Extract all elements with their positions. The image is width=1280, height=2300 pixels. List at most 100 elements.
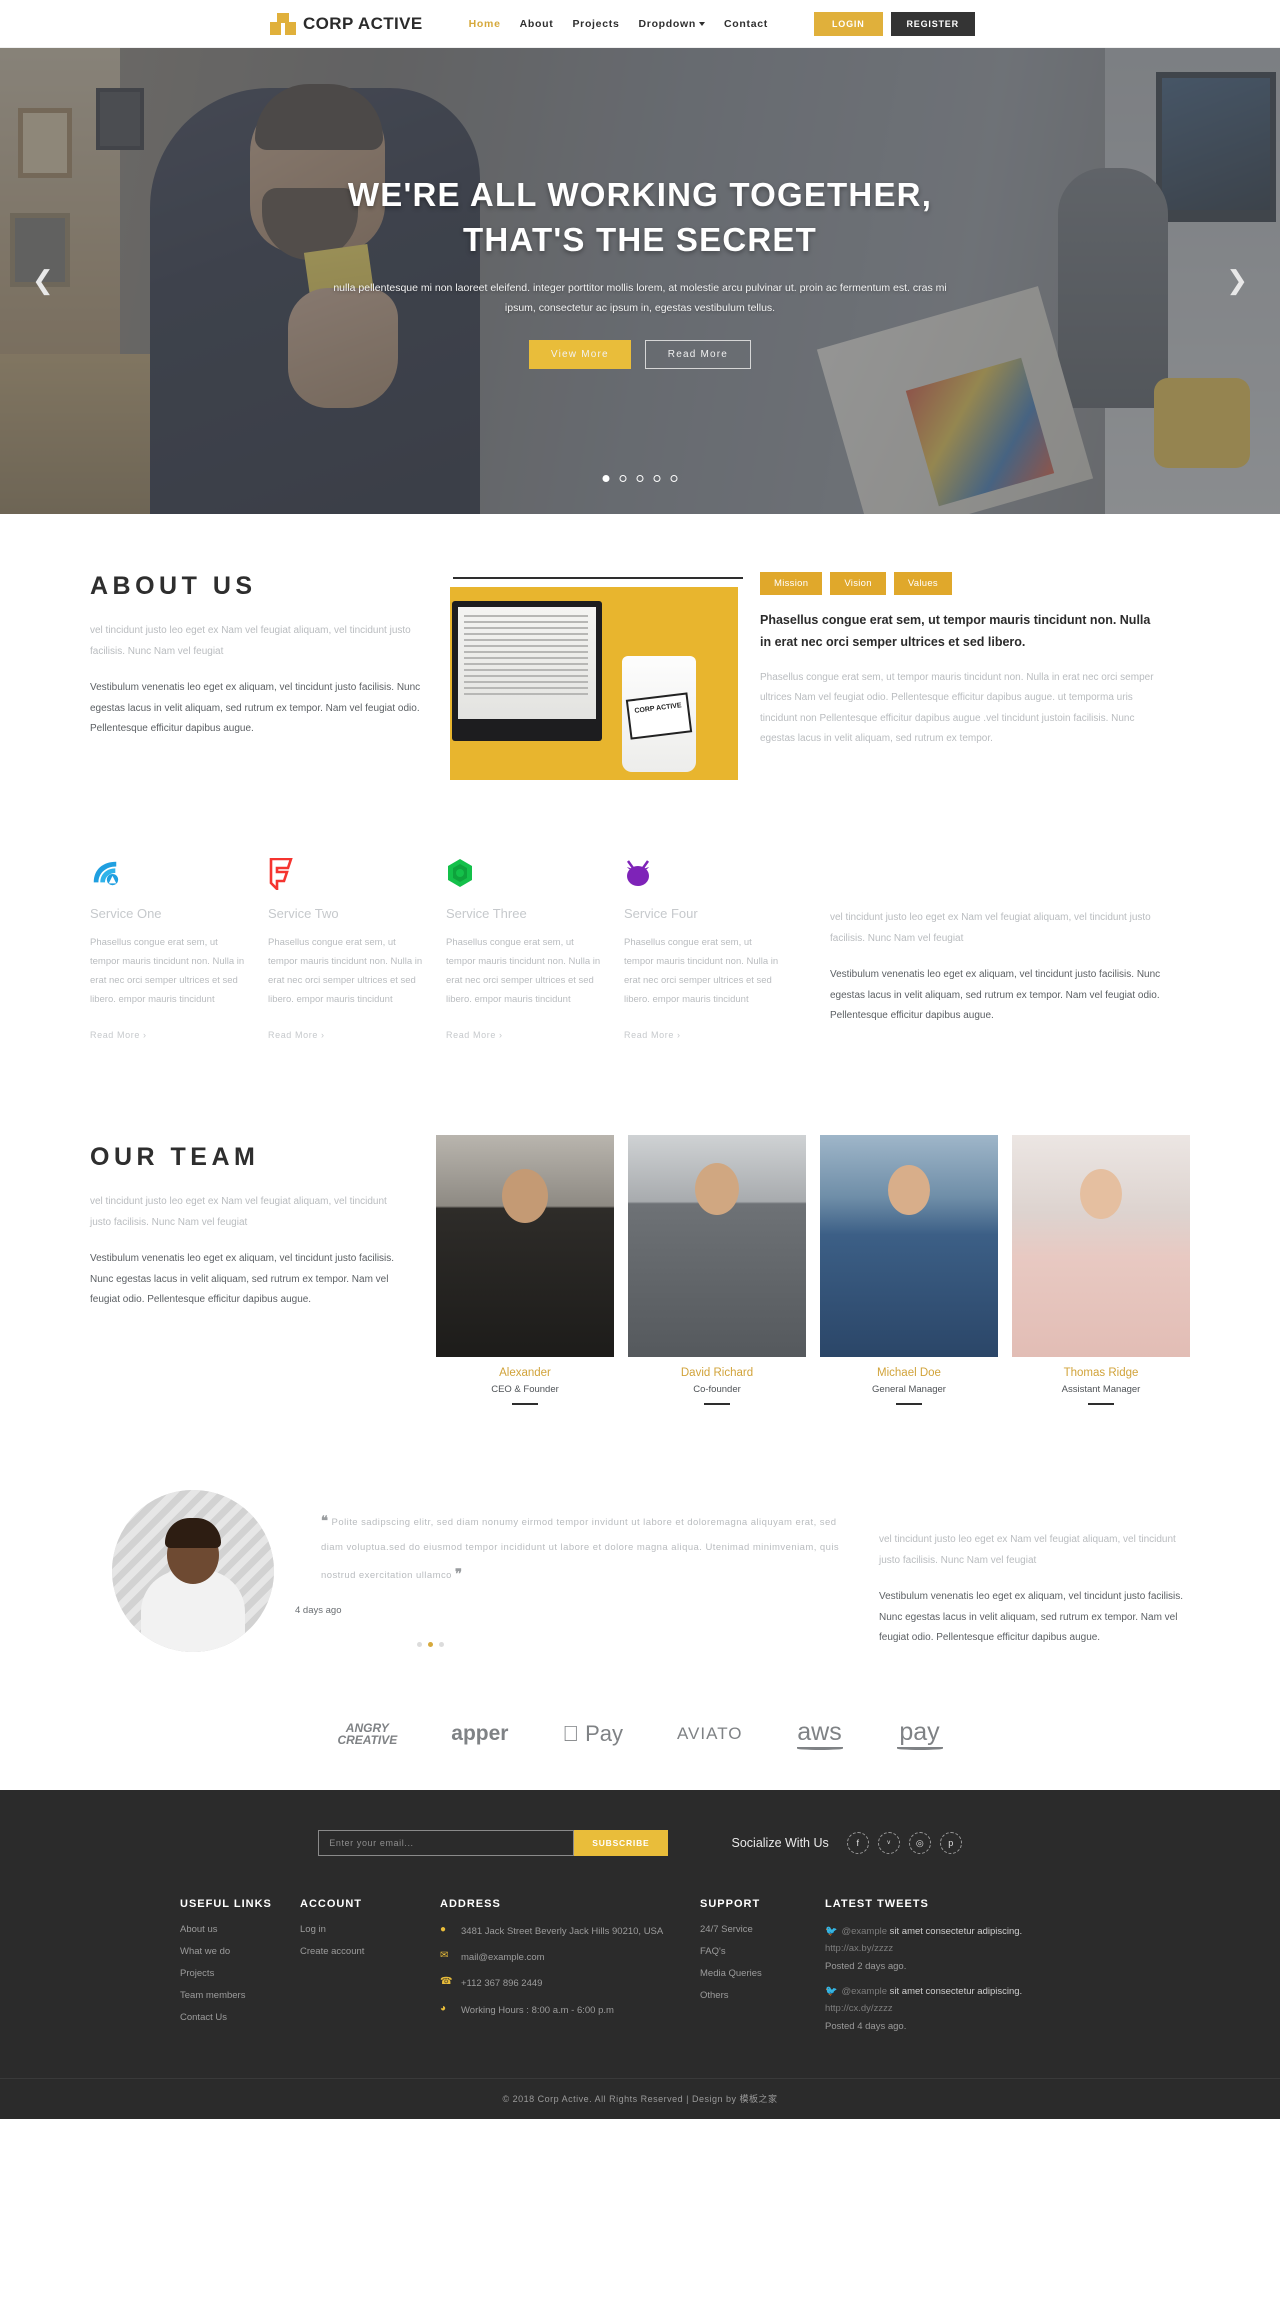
facebook-icon[interactable]: f [846,1832,869,1854]
service-read-more-link[interactable]: Read More › [446,1030,503,1040]
clock-icon: ◕ [440,2002,447,2014]
social-icons: f ᵛ ◎ p [846,1832,962,1854]
tab-values[interactable]: Values [893,572,952,595]
footer-link-contact-us[interactable]: Contact Us [180,2012,300,2023]
footer-link-what-we-do[interactable]: What we do [180,1946,300,1957]
carousel-prev-arrow[interactable]: ❮ [32,266,54,296]
tweet-handle[interactable]: @example [841,1926,887,1937]
register-button[interactable]: REGISTER [890,11,975,36]
carousel-dot-4[interactable] [653,475,661,482]
footer-link-about-us[interactable]: About us [180,1924,300,1935]
pinterest-icon[interactable]: p [939,1832,962,1854]
tweet-url[interactable]: http://cx.dy/zzzz [825,2003,893,2014]
team-member-name: David Richard [680,1367,754,1379]
footer-link-service[interactable]: 24/7 Service [700,1924,825,1935]
about-tab-paragraph: Phasellus congue erat sem, ut tempor mau… [760,671,1154,745]
team-member-photo [628,1135,806,1357]
testimonial-dot-3[interactable] [438,1642,444,1648]
footer-link-projects[interactable]: Projects [180,1968,300,1979]
brand-logo-apper: apper [451,1722,508,1746]
about-muted-text: vel tincidunt justo leo eget ex Nam vel … [90,625,411,657]
nav-item-about[interactable]: About [520,18,554,30]
main-nav: Home About Projects Dropdown Contact [469,18,768,30]
footer-link-create-account[interactable]: Create account [300,1946,440,1957]
newsletter-email-input[interactable] [318,1830,575,1856]
instagram-icon[interactable]: ◎ [908,1832,931,1854]
hero-title-line-2: THAT'S THE SECRET [463,220,817,258]
foursquare-icon [268,857,424,893]
footer-column-address: ADDRESS ● 3481 Jack Street Beverly Jack … [440,1898,700,2044]
team-member-card[interactable]: Alexander CEO & Founder [436,1135,614,1405]
footer-heading: ADDRESS [440,1898,501,1910]
brand-logo-amazon-pay: pay [896,1718,943,1750]
tab-mission[interactable]: Mission [760,572,823,595]
footer-link-faqs[interactable]: FAQ's [700,1946,825,1957]
testimonial-dot-2[interactable] [427,1642,433,1648]
footer-link-login[interactable]: Log in [300,1924,440,1935]
testimonial-date: 4 days ago [295,1605,342,1617]
testimonial-section: ❝ Polite sadipscing elitr, sed diam nonu… [0,1460,1280,1696]
about-title: ABOUT US [90,572,257,600]
nav-item-dropdown[interactable]: Dropdown [639,18,706,30]
carousel-dot-5[interactable] [670,475,678,482]
hero-view-more-button[interactable]: View More [528,339,631,369]
login-button[interactable]: LOGIN [814,11,883,36]
chevron-down-icon [699,21,706,26]
team-member-card[interactable]: Michael Doe General Manager [820,1135,998,1405]
footer-heading: USEFUL LINKS [180,1898,272,1910]
team-muted-text: vel tincidunt justo leo eget ex Nam vel … [90,1196,387,1228]
nav-item-home[interactable]: Home [469,18,501,30]
carousel-dot-2[interactable] [619,475,627,482]
hero-read-more-button[interactable]: Read More [644,339,752,369]
service-card-four: Service Four Phasellus congue erat sem, … [624,858,802,1043]
tweet-item: 🐦 @example sit amet consectetur adipiscin… [825,1984,1055,2032]
service-card-three: Service Three Phasellus congue erat sem,… [446,858,624,1043]
subscribe-button[interactable]: SUBSCRIBE [574,1830,668,1856]
twitter-icon[interactable]: ᵛ [877,1832,900,1854]
carousel-dot-3[interactable] [636,475,644,482]
nav-item-contact[interactable]: Contact [724,18,768,30]
service-read-more-link[interactable]: Read More › [90,1030,147,1040]
team-member-photo [820,1135,998,1357]
hero-carousel: ❮ ❯ WE'RE ALL WORKING TOGETHER, THAT'S T… [0,48,1280,514]
tweet-handle[interactable]: @example [841,1986,887,1997]
team-member-role: CEO & Founder [491,1384,559,1395]
testimonial-dot-1[interactable] [416,1642,422,1648]
divider [1088,1403,1114,1405]
tab-vision[interactable]: Vision [830,572,886,595]
nav-item-projects[interactable]: Projects [572,18,619,30]
team-member-card[interactable]: Thomas Ridge Assistant Manager [1012,1135,1190,1405]
service-text: Phasellus congue erat sem, ut tempor mau… [446,937,601,1005]
tweet-url[interactable]: http://ax.by/zzzz [825,1943,893,1954]
nav-dropdown-label: Dropdown [638,17,697,30]
newsletter-form: SUBSCRIBE [318,1830,668,1856]
testimonial-quote: ❝ Polite sadipscing elitr, sed diam nonu… [295,1506,855,1589]
tweet-item: 🐦 @example sit amet consectetur adipiscin… [825,1924,1055,1972]
tweet-text: sit amet consectetur adipiscing. [889,1926,1023,1937]
email-value[interactable]: mail@example.com [461,1950,545,1965]
tweet-date: Posted 4 days ago. [825,2021,907,2033]
footer-link-media-queries[interactable]: Media Queries [700,1968,825,1979]
about-body-text: Vestibulum venenatis leo eget ex aliquam… [90,682,421,734]
brand-logo-link[interactable]: CORP ACTIVE [270,12,423,35]
service-read-more-link[interactable]: Read More › [268,1030,325,1040]
footer-link-others[interactable]: Others [700,1990,825,2001]
hero-subtitle: nulla pellentesque mi non laoreet eleife… [333,282,947,314]
team-member-card[interactable]: David Richard Co-founder [628,1135,806,1405]
service-read-more-link[interactable]: Read More › [624,1030,681,1040]
footer-link-team-members[interactable]: Team members [180,1990,300,2001]
mask-icon [624,858,780,892]
service-text: Phasellus congue erat sem, ut tempor mau… [90,937,245,1005]
copyright-bar: © 2018 Corp Active. All Rights Reserved … [0,2078,1280,2119]
divider [896,1403,922,1405]
carousel-next-arrow[interactable]: ❯ [1226,266,1248,296]
testimonial-side-body: Vestibulum venenatis leo eget ex aliquam… [879,1591,1184,1643]
carousel-dot-1[interactable] [602,475,610,482]
brand-line-1: AVIATO [665,1724,742,1743]
address-row-location: ● 3481 Jack Street Beverly Jack Hills 90… [440,1924,700,1939]
boxes-logo-icon [270,12,296,35]
footer-heading: SUPPORT [700,1898,761,1910]
socialize-label: Socialize With Us [731,1836,829,1850]
about-tabs: Mission Vision Values [760,572,1160,595]
about-section: ABOUT US vel tincidunt justo leo eget ex… [0,514,1280,840]
